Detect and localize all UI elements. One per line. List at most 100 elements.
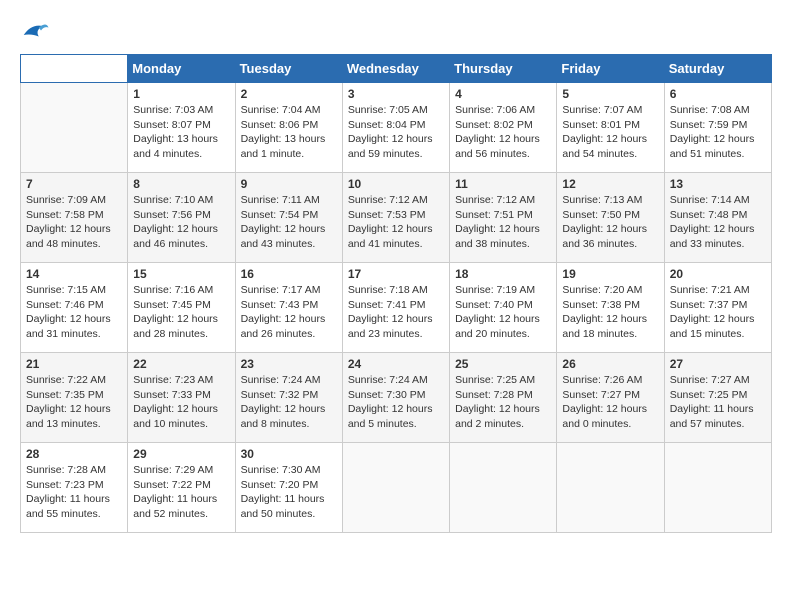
calendar-week-row: 1 Sunrise: 7:03 AM Sunset: 8:07 PM Dayli… <box>21 83 772 173</box>
weekday-header: Sunday <box>21 55 128 83</box>
sunset-text: Sunset: 7:40 PM <box>455 298 551 313</box>
daylight-text: Daylight: 12 hours and 38 minutes. <box>455 222 551 251</box>
calendar-cell: 6 Sunrise: 7:08 AM Sunset: 7:59 PM Dayli… <box>664 83 771 173</box>
day-number: 29 <box>133 447 229 461</box>
sunset-text: Sunset: 7:27 PM <box>562 388 658 403</box>
calendar-cell: 12 Sunrise: 7:13 AM Sunset: 7:50 PM Dayl… <box>557 173 664 263</box>
day-number: 21 <box>26 357 122 371</box>
calendar-cell: 16 Sunrise: 7:17 AM Sunset: 7:43 PM Dayl… <box>235 263 342 353</box>
day-number: 14 <box>26 267 122 281</box>
sunrise-text: Sunrise: 7:25 AM <box>455 373 551 388</box>
daylight-text: Daylight: 12 hours and 46 minutes. <box>133 222 229 251</box>
calendar-table: SundayMondayTuesdayWednesdayThursdayFrid… <box>20 54 772 533</box>
cell-info: Sunrise: 7:28 AM Sunset: 7:23 PM Dayligh… <box>26 463 122 522</box>
cell-info: Sunrise: 7:11 AM Sunset: 7:54 PM Dayligh… <box>241 193 337 252</box>
day-number: 2 <box>241 87 337 101</box>
sunrise-text: Sunrise: 7:26 AM <box>562 373 658 388</box>
sunrise-text: Sunrise: 7:07 AM <box>562 103 658 118</box>
daylight-text: Daylight: 12 hours and 8 minutes. <box>241 402 337 431</box>
sunrise-text: Sunrise: 7:21 AM <box>670 283 766 298</box>
daylight-text: Daylight: 11 hours and 52 minutes. <box>133 492 229 521</box>
day-number: 7 <box>26 177 122 191</box>
cell-info: Sunrise: 7:15 AM Sunset: 7:46 PM Dayligh… <box>26 283 122 342</box>
calendar-cell: 7 Sunrise: 7:09 AM Sunset: 7:58 PM Dayli… <box>21 173 128 263</box>
cell-info: Sunrise: 7:22 AM Sunset: 7:35 PM Dayligh… <box>26 373 122 432</box>
cell-info: Sunrise: 7:25 AM Sunset: 7:28 PM Dayligh… <box>455 373 551 432</box>
daylight-text: Daylight: 12 hours and 56 minutes. <box>455 132 551 161</box>
sunset-text: Sunset: 8:01 PM <box>562 118 658 133</box>
cell-info: Sunrise: 7:06 AM Sunset: 8:02 PM Dayligh… <box>455 103 551 162</box>
calendar-cell <box>342 443 449 533</box>
sunset-text: Sunset: 7:20 PM <box>241 478 337 493</box>
cell-info: Sunrise: 7:17 AM Sunset: 7:43 PM Dayligh… <box>241 283 337 342</box>
sunset-text: Sunset: 7:59 PM <box>670 118 766 133</box>
daylight-text: Daylight: 12 hours and 48 minutes. <box>26 222 122 251</box>
sunrise-text: Sunrise: 7:20 AM <box>562 283 658 298</box>
daylight-text: Daylight: 12 hours and 13 minutes. <box>26 402 122 431</box>
calendar-cell: 11 Sunrise: 7:12 AM Sunset: 7:51 PM Dayl… <box>450 173 557 263</box>
sunrise-text: Sunrise: 7:17 AM <box>241 283 337 298</box>
calendar-cell: 25 Sunrise: 7:25 AM Sunset: 7:28 PM Dayl… <box>450 353 557 443</box>
day-number: 9 <box>241 177 337 191</box>
cell-info: Sunrise: 7:24 AM Sunset: 7:32 PM Dayligh… <box>241 373 337 432</box>
day-number: 5 <box>562 87 658 101</box>
sunrise-text: Sunrise: 7:23 AM <box>133 373 229 388</box>
cell-info: Sunrise: 7:04 AM Sunset: 8:06 PM Dayligh… <box>241 103 337 162</box>
cell-info: Sunrise: 7:12 AM Sunset: 7:53 PM Dayligh… <box>348 193 444 252</box>
cell-info: Sunrise: 7:24 AM Sunset: 7:30 PM Dayligh… <box>348 373 444 432</box>
day-number: 16 <box>241 267 337 281</box>
day-number: 25 <box>455 357 551 371</box>
daylight-text: Daylight: 12 hours and 33 minutes. <box>670 222 766 251</box>
calendar-week-row: 28 Sunrise: 7:28 AM Sunset: 7:23 PM Dayl… <box>21 443 772 533</box>
logo <box>20 20 54 44</box>
sunrise-text: Sunrise: 7:24 AM <box>348 373 444 388</box>
daylight-text: Daylight: 12 hours and 59 minutes. <box>348 132 444 161</box>
sunrise-text: Sunrise: 7:08 AM <box>670 103 766 118</box>
cell-info: Sunrise: 7:10 AM Sunset: 7:56 PM Dayligh… <box>133 193 229 252</box>
header-row: SundayMondayTuesdayWednesdayThursdayFrid… <box>21 55 772 83</box>
day-number: 3 <box>348 87 444 101</box>
sunset-text: Sunset: 8:02 PM <box>455 118 551 133</box>
calendar-cell: 29 Sunrise: 7:29 AM Sunset: 7:22 PM Dayl… <box>128 443 235 533</box>
day-number: 27 <box>670 357 766 371</box>
cell-info: Sunrise: 7:16 AM Sunset: 7:45 PM Dayligh… <box>133 283 229 342</box>
calendar-cell: 23 Sunrise: 7:24 AM Sunset: 7:32 PM Dayl… <box>235 353 342 443</box>
daylight-text: Daylight: 12 hours and 54 minutes. <box>562 132 658 161</box>
calendar-cell: 28 Sunrise: 7:28 AM Sunset: 7:23 PM Dayl… <box>21 443 128 533</box>
daylight-text: Daylight: 12 hours and 2 minutes. <box>455 402 551 431</box>
daylight-text: Daylight: 12 hours and 20 minutes. <box>455 312 551 341</box>
sunset-text: Sunset: 7:35 PM <box>26 388 122 403</box>
day-number: 22 <box>133 357 229 371</box>
sunset-text: Sunset: 7:22 PM <box>133 478 229 493</box>
weekday-header: Wednesday <box>342 55 449 83</box>
calendar-cell: 13 Sunrise: 7:14 AM Sunset: 7:48 PM Dayl… <box>664 173 771 263</box>
calendar-week-row: 14 Sunrise: 7:15 AM Sunset: 7:46 PM Dayl… <box>21 263 772 353</box>
calendar-week-row: 21 Sunrise: 7:22 AM Sunset: 7:35 PM Dayl… <box>21 353 772 443</box>
sunset-text: Sunset: 8:07 PM <box>133 118 229 133</box>
sunrise-text: Sunrise: 7:28 AM <box>26 463 122 478</box>
sunrise-text: Sunrise: 7:12 AM <box>348 193 444 208</box>
cell-info: Sunrise: 7:08 AM Sunset: 7:59 PM Dayligh… <box>670 103 766 162</box>
calendar-cell: 9 Sunrise: 7:11 AM Sunset: 7:54 PM Dayli… <box>235 173 342 263</box>
sunrise-text: Sunrise: 7:04 AM <box>241 103 337 118</box>
calendar-cell: 17 Sunrise: 7:18 AM Sunset: 7:41 PM Dayl… <box>342 263 449 353</box>
day-number: 30 <box>241 447 337 461</box>
cell-info: Sunrise: 7:30 AM Sunset: 7:20 PM Dayligh… <box>241 463 337 522</box>
calendar-cell <box>21 83 128 173</box>
day-number: 19 <box>562 267 658 281</box>
weekday-header: Saturday <box>664 55 771 83</box>
calendar-cell: 30 Sunrise: 7:30 AM Sunset: 7:20 PM Dayl… <box>235 443 342 533</box>
calendar-cell: 22 Sunrise: 7:23 AM Sunset: 7:33 PM Dayl… <box>128 353 235 443</box>
sunrise-text: Sunrise: 7:15 AM <box>26 283 122 298</box>
sunrise-text: Sunrise: 7:19 AM <box>455 283 551 298</box>
sunrise-text: Sunrise: 7:06 AM <box>455 103 551 118</box>
daylight-text: Daylight: 11 hours and 50 minutes. <box>241 492 337 521</box>
day-number: 23 <box>241 357 337 371</box>
day-number: 28 <box>26 447 122 461</box>
calendar-cell: 19 Sunrise: 7:20 AM Sunset: 7:38 PM Dayl… <box>557 263 664 353</box>
cell-info: Sunrise: 7:03 AM Sunset: 8:07 PM Dayligh… <box>133 103 229 162</box>
day-number: 17 <box>348 267 444 281</box>
daylight-text: Daylight: 12 hours and 26 minutes. <box>241 312 337 341</box>
sunset-text: Sunset: 7:48 PM <box>670 208 766 223</box>
cell-info: Sunrise: 7:09 AM Sunset: 7:58 PM Dayligh… <box>26 193 122 252</box>
